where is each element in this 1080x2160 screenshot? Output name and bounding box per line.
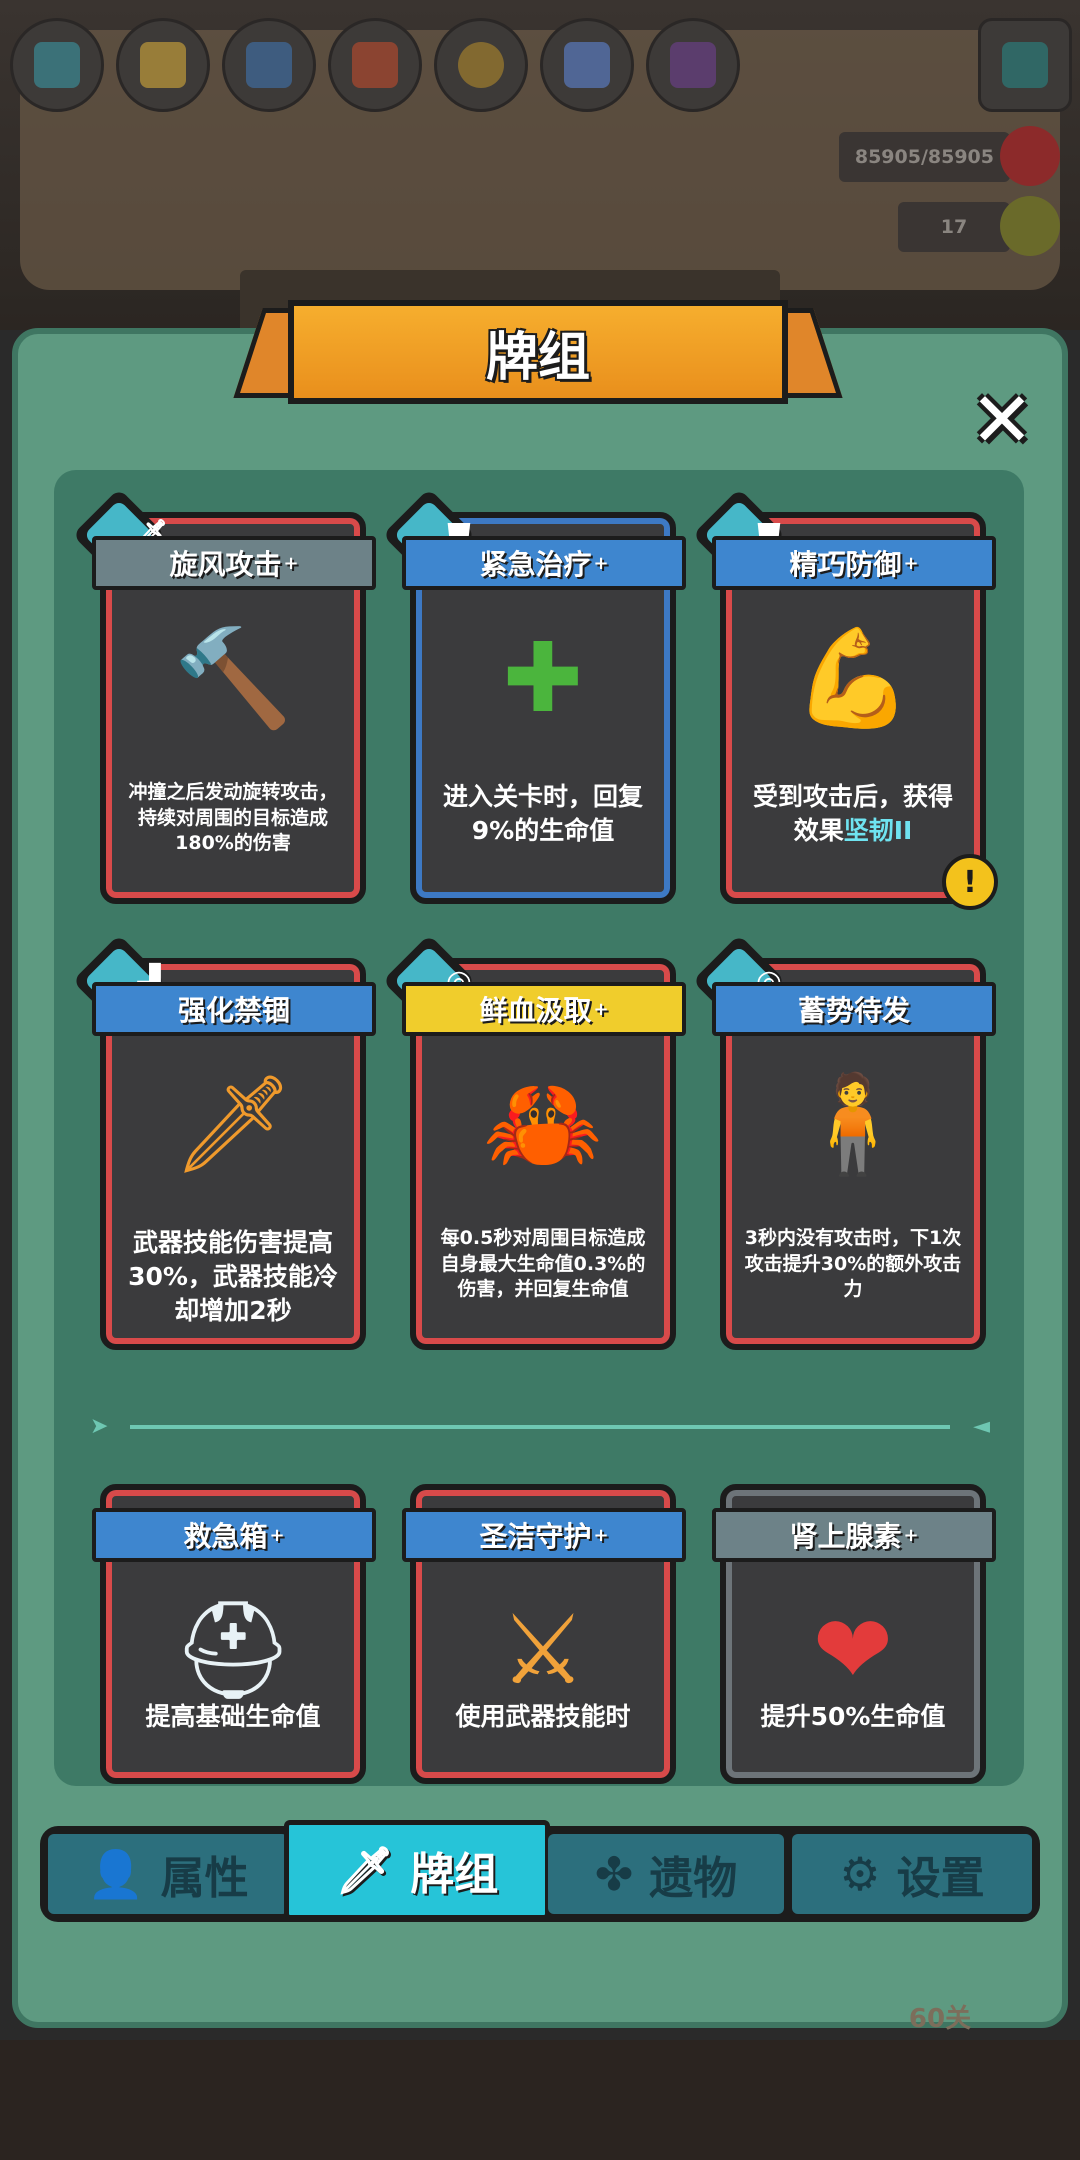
card-title: 强化禁锢 — [92, 982, 376, 1036]
card-title: 旋风攻击 + — [92, 536, 376, 590]
status-effect-name: 坚韧II — [843, 815, 913, 845]
tab-attributes[interactable]: 👤 属性 — [48, 1834, 288, 1914]
card-title: 鲜血汲取 + — [402, 982, 686, 1036]
clover-icon: ✤ — [594, 1847, 634, 1901]
card-9[interactable]: 肾上腺素 + ❤ 提升50%生命值 — [712, 1484, 996, 1784]
card-description: 每0.5秒对周围目标造成自身最大生命值0.3%的伤害，并回复生命值 — [440, 1227, 646, 1301]
tab-relics[interactable]: ✤ 遗物 — [548, 1834, 784, 1914]
backpack-icon[interactable] — [978, 18, 1072, 112]
boot-icon[interactable] — [10, 18, 104, 112]
currency-display: 17 — [898, 202, 1010, 252]
heart-icon — [1000, 126, 1060, 186]
background-bottom — [0, 2040, 1080, 2160]
chained-sword-icon: 🗡 — [172, 1068, 294, 1180]
coin-icon[interactable] — [434, 18, 528, 112]
card-title: 救急箱 + — [92, 1508, 376, 1562]
card-title: 肾上腺素 + — [712, 1508, 996, 1562]
warning-icon[interactable]: ! — [942, 854, 998, 910]
card-description: 3秒内没有攻击时，下1次攻击提升30%的额外攻击力 — [744, 1227, 962, 1301]
tab-deck[interactable]: 🗡 牌组 — [284, 1820, 550, 1920]
card-title: 蓄势待发 — [712, 982, 996, 1036]
card-title: 精巧防御 + — [712, 536, 996, 590]
spinning-hammer-icon: 🔨 — [173, 622, 293, 734]
bottom-nav: 👤 属性 🗡 牌组 ✤ 遗物 ⚙ 设置 — [40, 1820, 1040, 1922]
shield-gear-icon[interactable] — [222, 18, 316, 112]
card-3[interactable]: ⛊ 精巧防御 + 💪 受到攻击后，获得效果坚韧II! — [692, 488, 998, 910]
card-description: 冲撞之后发动旋转攻击，持续对周围的目标造成180%的伤害 — [128, 781, 338, 855]
green-cross-icon: ✚ — [502, 622, 584, 734]
card-4[interactable]: ▟ 强化禁锢 🗡 武器技能伤害提高30%，武器技能冷却增加2秒 — [72, 934, 376, 1350]
card-2[interactable]: ⛊ 紧急治疗 + ✚ 进入关卡时，回复9%的生命值 — [382, 488, 686, 904]
person-icon: 👤 — [87, 1846, 145, 1901]
gear-icon: ⚙ — [839, 1847, 881, 1901]
card-description: 使用武器技能时 — [455, 1702, 631, 1731]
card-description: 受到攻击后，获得效果坚韧II — [752, 782, 953, 845]
card-8[interactable]: 圣洁守护 + ⚔ 使用武器技能时 — [402, 1484, 686, 1784]
fire-emblem-icon[interactable] — [328, 18, 422, 112]
close-button[interactable]: ✕ — [960, 378, 1044, 462]
blood-claw-icon: 🦀 — [483, 1068, 603, 1180]
tab-settings[interactable]: ⚙ 设置 — [792, 1834, 1032, 1914]
card-1[interactable]: 🗡 旋风攻击 + 🔨 冲撞之后发动旋转攻击，持续对周围的目标造成180%的伤害 — [72, 488, 376, 904]
sword-icon: 🗡 — [335, 1842, 395, 1897]
card-description: 进入关卡时，回复9%的生命值 — [442, 782, 643, 845]
card-description: 武器技能伤害提高30%，武器技能冷却增加2秒 — [128, 1228, 338, 1325]
card-6[interactable]: ◎ 蓄势待发 🧍 3秒内没有攻击时，下1次攻击提升30%的额外攻击力 — [692, 934, 996, 1350]
panel-title-banner: 牌组 — [233, 300, 843, 408]
card-title: 圣洁守护 + — [402, 1508, 686, 1562]
card-title: 紧急治疗 + — [402, 536, 686, 590]
crystal-icon[interactable] — [540, 18, 634, 112]
panel-title: 牌组 — [485, 327, 590, 388]
hp-display: 85905/85905 — [838, 132, 1010, 182]
card-7[interactable]: 救急箱 + ⛑ 提高基础生命值 — [92, 1484, 376, 1784]
card-description: 提高基础生命值 — [145, 1702, 321, 1731]
currency-icon — [1000, 196, 1060, 256]
section-divider: ➤ ◄ — [90, 1414, 990, 1439]
card-deck-icon[interactable] — [116, 18, 210, 112]
sock-icon[interactable] — [646, 18, 740, 112]
muscle-arm-icon: 💪 — [793, 622, 913, 734]
blue-golem-icon: 🧍 — [793, 1068, 913, 1180]
level-indicator: 60关 — [908, 2003, 972, 2034]
card-5[interactable]: ◎ 鲜血汲取 + 🦀 每0.5秒对周围目标造成自身最大生命值0.3%的伤害，并回复生命值 — [382, 934, 686, 1350]
card-description: 提升50%生命值 — [760, 1702, 946, 1731]
